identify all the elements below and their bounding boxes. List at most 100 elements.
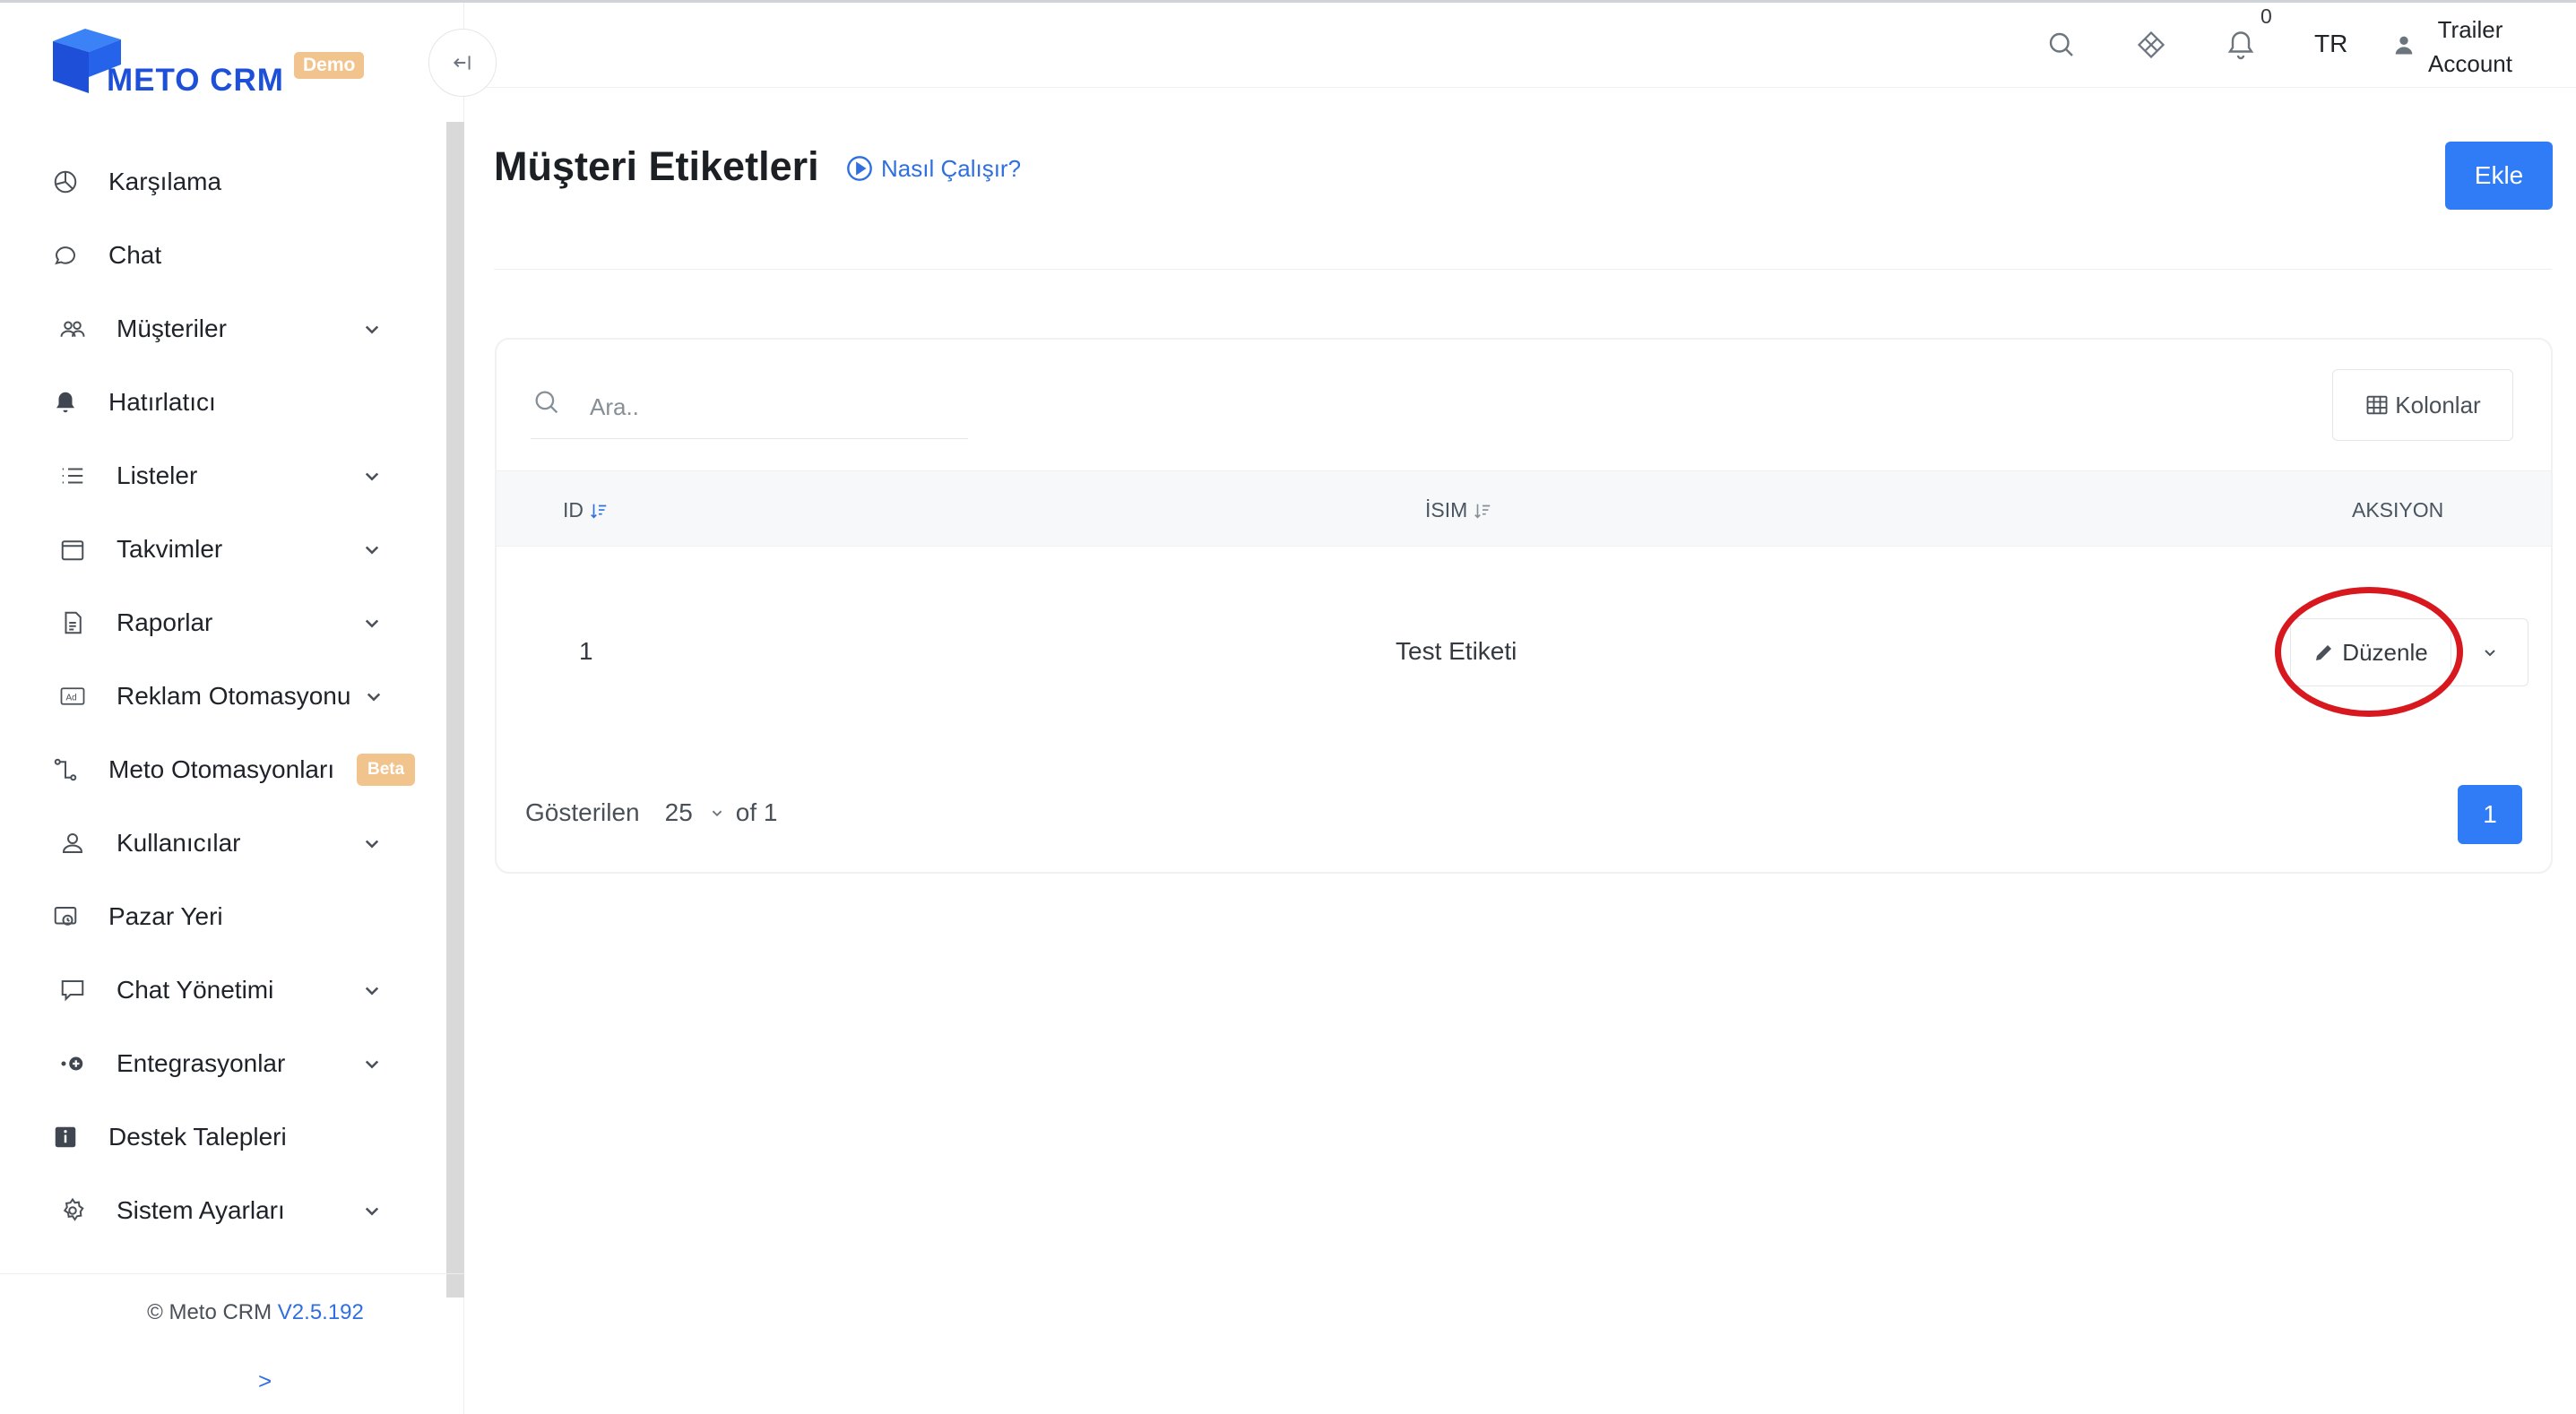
- list-icon: [57, 461, 88, 491]
- app-logo[interactable]: METO CRM Demo: [49, 25, 372, 98]
- pagination-info: Gösterilen 25 of 1: [525, 798, 777, 827]
- chevron-down-icon: [365, 987, 379, 996]
- sidebar-item-label: Sistem Ayarları: [117, 1196, 285, 1224]
- account-menu[interactable]: Trailer Account: [2416, 13, 2524, 81]
- sidebar-item-takvimler[interactable]: Takvimler: [0, 518, 446, 581]
- account-icon[interactable]: [2391, 32, 2416, 57]
- sidebar-item-label: Listeler: [117, 461, 198, 489]
- version-link[interactable]: V2.5.192: [278, 1300, 364, 1324]
- sidebar-item-karsilama[interactable]: Karşılama: [0, 151, 446, 213]
- header-divider: [464, 87, 2576, 88]
- calendar-icon: [57, 534, 88, 565]
- chevron-down-icon: [365, 325, 379, 334]
- ad-icon: Ad: [57, 681, 88, 711]
- copyright: © Meto CRM V2.5.192: [0, 1300, 511, 1325]
- chevron-down-icon: [365, 472, 379, 481]
- sidebar-item-chat-yonetimi[interactable]: Chat Yönetimi: [0, 959, 446, 1022]
- user-icon: [57, 828, 88, 858]
- sidebar-footer-divider: [0, 1273, 464, 1274]
- svg-text:Ad: Ad: [66, 693, 77, 703]
- document-icon: [57, 608, 88, 638]
- sidebar-item-chat[interactable]: Chat: [0, 224, 446, 287]
- language-selector[interactable]: TR: [2314, 30, 2347, 58]
- chevron-down-icon: [365, 840, 379, 849]
- sidebar-item-sistem-ayarlari[interactable]: Sistem Ayarları: [0, 1179, 446, 1242]
- sidebar: METO CRM Demo Karşılama Chat Müşteriler: [0, 3, 464, 1414]
- search-icon[interactable]: [2045, 29, 2078, 61]
- notification-count: 0: [2260, 4, 2272, 28]
- sidebar-item-reklam-otomasyonu[interactable]: Ad Reklam Otomasyonu: [0, 665, 446, 728]
- sidebar-item-pazar-yeri[interactable]: Pazar Yeri: [0, 885, 446, 948]
- chevron-down-icon: [365, 1207, 379, 1216]
- column-header-id[interactable]: ID: [563, 498, 609, 522]
- play-circle-icon: [847, 156, 872, 181]
- automation-icon: [50, 754, 81, 785]
- account-name-line1: Trailer: [2437, 16, 2503, 43]
- add-button[interactable]: Ekle: [2445, 142, 2553, 210]
- sort-icon: [1474, 504, 1491, 519]
- sidebar-item-entegrasyonlar[interactable]: Entegrasyonlar: [0, 1032, 446, 1095]
- chevron-down-icon: [2484, 650, 2495, 657]
- gear-icon: [57, 1195, 88, 1226]
- of-total-label: of 1: [735, 798, 778, 826]
- sidebar-collapse-button[interactable]: [428, 29, 497, 97]
- column-header-name[interactable]: İSIM: [1425, 498, 1492, 522]
- column-header-action: AKSIYON: [2352, 498, 2443, 522]
- sidebar-scrollbar[interactable]: [446, 122, 464, 1298]
- row-actions-dropdown-button[interactable]: [2451, 618, 2528, 686]
- search-input[interactable]: [531, 376, 968, 439]
- sidebar-item-label: Karşılama: [108, 168, 222, 195]
- users-icon: [57, 314, 88, 344]
- sidebar-item-label: Chat: [108, 241, 162, 269]
- page-size-value: 25: [664, 798, 693, 826]
- sidebar-item-kullanicilar[interactable]: Kullanıcılar: [0, 812, 446, 875]
- sidebar-item-meto-otomasyonlari[interactable]: Meto Otomasyonları Beta: [0, 738, 446, 801]
- column-header-label: AKSIYON: [2352, 498, 2444, 522]
- sidebar-item-label: Chat Yönetimi: [117, 976, 274, 1004]
- edit-button[interactable]: Düzenle: [2290, 618, 2451, 686]
- row-id-cell: 1: [579, 637, 593, 665]
- row-name-cell: Test Etiketi: [1396, 637, 1517, 665]
- logo-text: METO CRM: [107, 63, 284, 98]
- copyright-text: © Meto CRM: [147, 1300, 272, 1324]
- sidebar-item-raporlar[interactable]: Raporlar: [0, 591, 446, 654]
- sidebar-item-label: Pazar Yeri: [108, 902, 223, 930]
- notification-bell-icon[interactable]: [2225, 29, 2257, 61]
- sidebar-item-destek-talepleri[interactable]: Destek Talepleri: [0, 1106, 446, 1168]
- column-header-label: İSIM: [1425, 498, 1468, 522]
- demo-badge: Demo: [294, 52, 365, 79]
- chevron-down-icon: [365, 1060, 379, 1069]
- chevron-down-icon: [712, 810, 722, 817]
- pagination-page-button[interactable]: 1: [2458, 785, 2522, 844]
- sidebar-expand-button[interactable]: >: [258, 1367, 272, 1395]
- showing-label: Gösterilen: [525, 798, 640, 826]
- how-it-works-link[interactable]: Nasıl Çalışır?: [845, 154, 1021, 183]
- collapse-left-icon: [453, 56, 471, 70]
- table-header: ID İSIM AKSIYON: [497, 470, 2551, 547]
- sidebar-item-label: Hatırlatıcı: [108, 388, 216, 416]
- sidebar-item-label: Kullanıcılar: [117, 829, 241, 857]
- sidebar-item-label: Entegrasyonlar: [117, 1049, 286, 1077]
- sidebar-item-label: Müşteriler: [117, 315, 227, 342]
- edit-label: Düzenle: [2342, 638, 2428, 666]
- sidebar-item-listeler[interactable]: Listeler: [0, 444, 446, 507]
- pencil-icon: [2316, 645, 2332, 660]
- sidebar-item-label: Destek Talepleri: [108, 1123, 287, 1151]
- columns-button[interactable]: Kolonlar: [2332, 369, 2513, 441]
- integration-icon: [57, 1048, 88, 1079]
- sidebar-item-label: Takvimler: [117, 535, 223, 563]
- chevron-down-icon: [365, 546, 379, 555]
- sidebar-item-musteriler[interactable]: Müşteriler: [0, 297, 446, 360]
- chat-bubble-icon: [50, 240, 81, 271]
- sidebar-item-hatirlatici[interactable]: Hatırlatıcı: [0, 371, 446, 434]
- apps-diamond-icon[interactable]: [2135, 29, 2167, 61]
- marketplace-icon: [50, 901, 81, 932]
- pie-chart-icon: [50, 167, 81, 197]
- sidebar-item-label: Meto Otomasyonları: [108, 755, 335, 783]
- page-title: Müşteri Etiketleri: [494, 143, 819, 189]
- sidebar-item-label: Reklam Otomasyonu: [117, 682, 351, 710]
- how-it-works-label: Nasıl Çalışır?: [881, 154, 1022, 182]
- page-size-select[interactable]: 25: [665, 798, 736, 827]
- sort-icon: [591, 504, 607, 519]
- account-name-line2: Account: [2428, 50, 2512, 77]
